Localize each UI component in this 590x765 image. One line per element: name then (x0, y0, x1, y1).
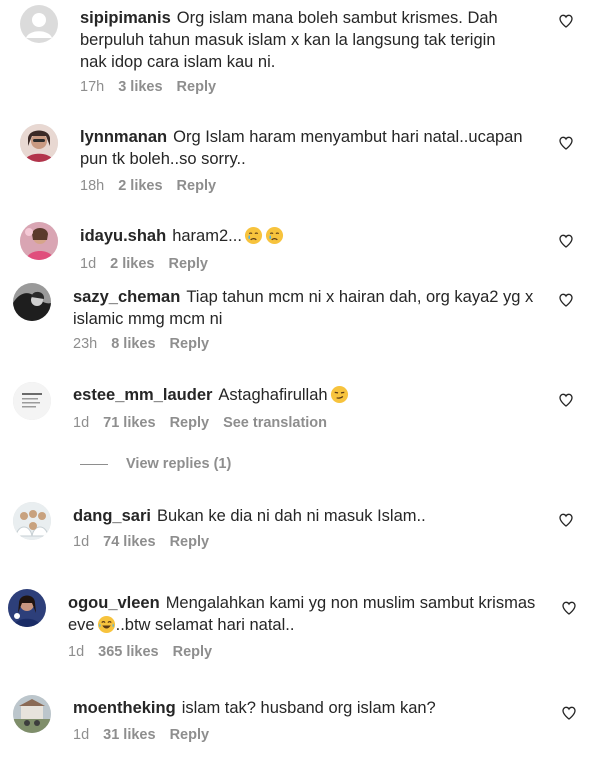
comment-username[interactable]: idayu.shah (80, 227, 166, 245)
view-replies-divider (80, 463, 108, 465)
reply-button[interactable]: Reply (168, 256, 208, 272)
heart-outline-icon[interactable] (561, 705, 577, 721)
comment-body: ogou_vleen Mengalahkan kami yg non muslim… (68, 592, 543, 636)
heart-outline-icon[interactable] (561, 600, 577, 616)
comment-meta: 18h 2 likes Reply (80, 178, 230, 194)
comment-body: sipipimanis Org islam mana boleh sambut k… (80, 7, 520, 73)
reply-button[interactable]: Reply (177, 79, 217, 95)
comment-username[interactable]: moentheking (73, 699, 176, 717)
heart-outline-icon[interactable] (558, 135, 574, 151)
avatar[interactable] (8, 589, 46, 627)
comment-likes[interactable]: 365 likes (98, 644, 158, 660)
avatar[interactable] (13, 382, 51, 420)
heart-outline-icon[interactable] (558, 233, 574, 249)
heart-outline-icon[interactable] (558, 512, 574, 528)
comment-meta: 1d 74 likes Reply (73, 534, 223, 550)
avatar[interactable] (13, 283, 51, 321)
comment-time: 1d (68, 644, 85, 660)
comment-meta: 1d 71 likes Reply See translation (73, 415, 341, 431)
comment-username[interactable]: estee_mm_lauder (73, 386, 212, 404)
view-replies-button[interactable]: View replies (1) (80, 456, 231, 472)
comment-body: sazy_cheman Tiap tahun mcm ni x hairan da… (73, 286, 548, 330)
comment-username[interactable]: sazy_cheman (73, 288, 180, 306)
heart-outline-icon[interactable] (558, 13, 574, 29)
comment-time: 1d (73, 415, 90, 431)
comment-time: 1d (80, 256, 97, 272)
see-translation-button[interactable]: See translation (223, 415, 327, 431)
comment-likes[interactable]: 8 likes (111, 336, 155, 352)
comment-likes[interactable]: 74 likes (103, 534, 155, 550)
heart-outline-icon[interactable] (558, 292, 574, 308)
comment-body: lynnmanan Org Islam haram menyambut hari … (80, 126, 540, 170)
smirk-face-icon (330, 385, 349, 404)
comment-username[interactable]: dang_sari (73, 507, 151, 525)
heart-outline-icon[interactable] (558, 392, 574, 408)
comment-body: estee_mm_lauder Astaghafirullah (73, 384, 548, 406)
comment-username[interactable]: sipipimanis (80, 9, 171, 27)
crying-face-icon (244, 226, 263, 245)
reply-button[interactable]: Reply (170, 415, 210, 431)
comment-username[interactable]: lynnmanan (80, 128, 167, 146)
comment-username[interactable]: ogou_vleen (68, 594, 160, 612)
avatar[interactable] (20, 222, 58, 260)
comment-likes[interactable]: 2 likes (118, 178, 162, 194)
comment-text: haram2... (172, 227, 242, 245)
comment-meta: 23h 8 likes Reply (73, 336, 223, 352)
avatar[interactable] (13, 695, 51, 733)
comment-meta: 17h 3 likes Reply (80, 79, 230, 95)
comment-text: Bukan ke dia ni dah ni masuk Islam.. (156, 507, 426, 525)
comment-body: moentheking islam tak? husband org islam … (73, 697, 548, 719)
comment-meta: 1d 31 likes Reply (73, 727, 223, 743)
avatar[interactable] (13, 502, 51, 540)
comment-time: 17h (80, 79, 105, 95)
comment-likes[interactable]: 71 likes (103, 415, 155, 431)
reply-button[interactable]: Reply (170, 534, 210, 550)
comment-time: 18h (80, 178, 105, 194)
comment-text: Astaghafirullah (218, 386, 328, 404)
avatar[interactable] (20, 5, 58, 43)
comment-text-continued: ..btw selamat hari natal.. (115, 616, 295, 634)
reply-button[interactable]: Reply (170, 727, 210, 743)
comment-likes[interactable]: 31 likes (103, 727, 155, 743)
comment-time: 23h (73, 336, 98, 352)
comment-body: idayu.shah haram2... (80, 225, 540, 247)
avatar[interactable] (20, 124, 58, 162)
comment-likes[interactable]: 3 likes (118, 79, 162, 95)
view-replies-label[interactable]: View replies (1) (126, 456, 231, 472)
reply-button[interactable]: Reply (173, 644, 213, 660)
reply-button[interactable]: Reply (177, 178, 217, 194)
comment-body: dang_sari Bukan ke dia ni dah ni masuk Is… (73, 505, 548, 527)
comment-meta: 1d 2 likes Reply (80, 256, 222, 272)
comment-meta: 1d 365 likes Reply (68, 644, 226, 660)
comment-text: islam tak? husband org islam kan? (181, 699, 436, 717)
comment-time: 1d (73, 534, 90, 550)
crying-face-icon (265, 226, 284, 245)
comment-time: 1d (73, 727, 90, 743)
reply-button[interactable]: Reply (170, 336, 210, 352)
comment-likes[interactable]: 2 likes (110, 256, 154, 272)
laughing-face-icon (97, 615, 116, 634)
